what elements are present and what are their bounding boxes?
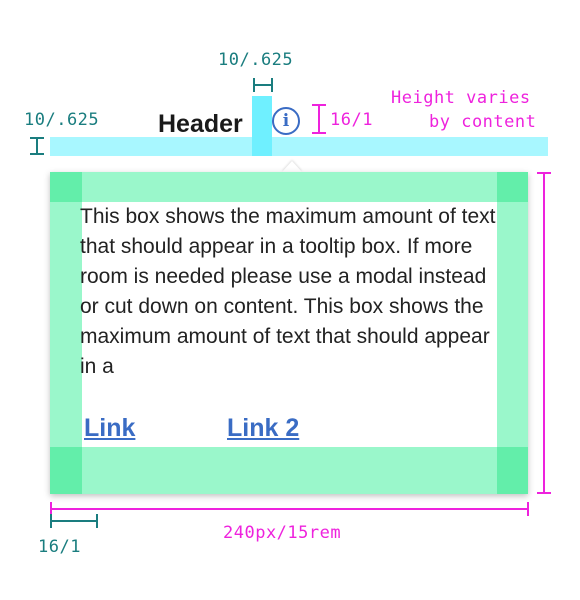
tooltip-body-text: This box shows the maximum amount of tex…: [80, 205, 496, 378]
height-note-line2: by content: [429, 112, 537, 132]
padding-right-band: [497, 172, 528, 494]
icon-gap-label: 10/.625: [218, 50, 294, 70]
height-dimension-tick-top: [537, 172, 551, 174]
icon-gap-dimension-tick-left: [253, 78, 255, 92]
icon-size-tick-top: [312, 104, 326, 106]
padding-dimension-line: [50, 520, 98, 522]
padding-label: 16/1: [38, 537, 81, 557]
padding-corner-bottom-right: [497, 447, 528, 494]
height-dimension-tick-bottom: [537, 492, 551, 494]
icon-size-dimension-line: [318, 104, 320, 134]
header-spacing-tick-top: [30, 137, 44, 139]
header-icon-gap-band: [252, 96, 272, 156]
info-icon[interactable]: i: [272, 107, 300, 135]
padding-corner-top-left: [50, 172, 82, 202]
padding-corner-top-right: [497, 172, 528, 202]
icon-size-label: 16/1: [330, 110, 373, 130]
width-dimension-line: [50, 508, 528, 510]
padding-dimension-tick-left: [50, 514, 52, 528]
header-spacing-band: [50, 137, 548, 156]
header-spacing-tick-bottom: [30, 153, 44, 155]
padding-left-band: [50, 172, 82, 494]
height-note-line1: Height varies: [391, 88, 531, 108]
height-dimension-line: [543, 172, 545, 494]
icon-gap-dimension-tick-right: [271, 78, 273, 92]
tooltip-caret: [282, 161, 302, 172]
padding-top-band: [50, 172, 528, 202]
icon-gap-dimension-line: [253, 84, 273, 86]
padding-bottom-band: [50, 447, 528, 494]
padding-dimension-tick-right: [96, 514, 98, 528]
width-dimension-tick-right: [527, 502, 529, 516]
padding-corner-bottom-left: [50, 447, 82, 494]
tooltip-link-2[interactable]: Link 2: [227, 414, 299, 443]
header-spacing-label: 10/.625: [24, 110, 100, 130]
width-label: 240px/15rem: [223, 523, 342, 543]
tooltip-link-1[interactable]: Link: [84, 414, 135, 443]
tooltip-header: Header: [158, 110, 243, 138]
icon-size-tick-bottom: [312, 132, 326, 134]
